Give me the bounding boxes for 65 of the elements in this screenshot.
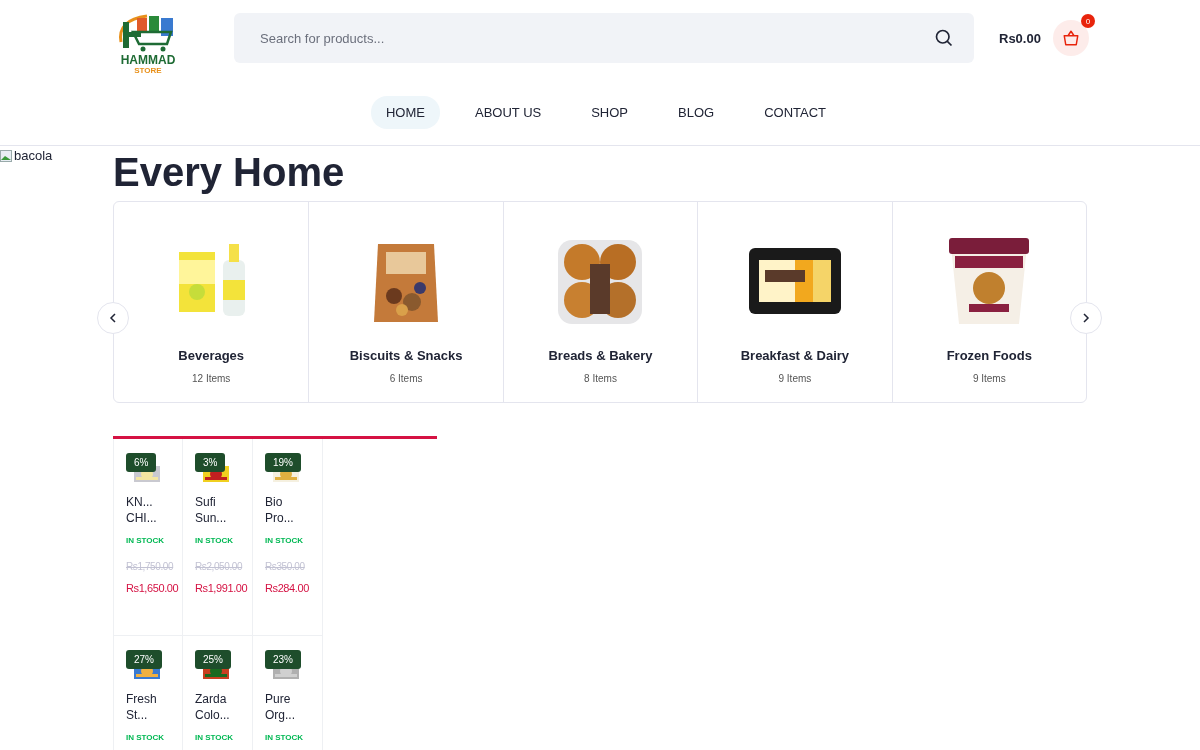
stock-status: IN STOCK [126,536,166,545]
category-name: Breads & Bakery [548,348,653,363]
category-name: Beverages [178,348,245,363]
category-count: 9 Items [778,373,812,384]
broken-image-icon [0,149,12,162]
category-count: 12 Items [192,373,231,384]
basket-icon [1061,29,1080,47]
product-name[interactable]: KN... CHI... [126,494,170,526]
search-icon[interactable] [934,28,954,48]
category-count: 8 Items [584,373,617,384]
category-name: Breakfast & Dairy [740,348,850,363]
product-name[interactable]: Pure Org... [265,691,309,723]
sale-price: Rs1,650.00 [126,582,179,594]
search-field[interactable]: Search for products... [234,13,974,63]
category-card[interactable]: Biscuits & Snacks 6 Items [308,202,503,402]
product-card[interactable]: 25% Zarda Colo... IN STOCK [183,636,253,750]
sale-price: Rs284.00 [265,582,309,594]
nav-link[interactable]: BLOG [663,96,730,129]
category-card[interactable]: Beverages 12 Items [114,202,309,402]
old-price: Rs350.00 [265,561,305,572]
product-card[interactable]: 19% Bio Pro... IN STOCK Rs350.00 Rs284.00 [253,439,323,636]
category-name: Biscuits & Snacks [349,348,463,363]
image-alt-text: bacola [14,148,53,163]
logo-name: HAMMAD [120,54,176,66]
next-button[interactable] [1070,302,1102,334]
cart-button[interactable] [1052,20,1089,56]
discount-badge: 6% [126,453,157,472]
stock-status: IN STOCK [265,733,305,742]
old-price: Rs2,050.00 [195,561,243,572]
stock-status: IN STOCK [126,733,166,742]
nav-link[interactable]: SHOP [576,96,644,129]
nav-link[interactable]: ABOUT US [459,96,557,129]
cart-total: Rs0.00 [999,30,1041,46]
product-card[interactable]: 23% Pure Org... IN STOCK [253,636,323,750]
discount-badge: 27% [126,650,162,669]
discount-badge: 3% [195,453,226,472]
stock-status: IN STOCK [195,733,235,742]
category-card[interactable]: Breakfast & Dairy 9 Items [697,202,892,402]
category-count: 6 Items [389,373,423,384]
chevron-left-icon [107,312,119,324]
product-name[interactable]: Bio Pro... [265,494,309,526]
discount-badge: 23% [265,650,301,669]
discount-badge: 19% [265,453,301,472]
sale-price: Rs1,991.00 [195,582,248,594]
category-name: Frozen Foods [946,348,1032,363]
product-card[interactable]: 6% KN... CHI... IN STOCK Rs1,750.00 Rs1,650.00 [113,439,183,636]
old-price: Rs1,750.00 [126,561,174,572]
discount-badge: 25% [195,650,231,669]
nav-link[interactable]: CONTACT [749,96,842,129]
product-name[interactable]: Fresh St... [126,691,170,723]
category-card[interactable]: Breads & Bakery 8 Items [502,202,698,402]
category-count: 9 Items [972,373,1006,384]
previous-button[interactable] [97,302,129,334]
hero-heading: Every Home [113,149,345,196]
product-name[interactable]: Zarda Colo... [195,691,239,723]
logo-subtitle: STORE [134,66,162,76]
product-card[interactable]: 3% Sufi Sun... IN STOCK Rs2,050.00 Rs1,991.00 [183,439,253,636]
chevron-right-icon [1080,312,1092,324]
product-card[interactable]: 27% Fresh St... IN STOCK [113,636,183,750]
cart-count-badge: 0 [1080,14,1095,28]
stock-status: IN STOCK [195,536,235,545]
product-name[interactable]: Sufi Sun... [195,494,239,526]
stock-status: IN STOCK [265,536,305,545]
category-card[interactable]: Frozen Foods 9 Items [891,202,1086,402]
nav-link[interactable]: HOME [370,96,440,129]
